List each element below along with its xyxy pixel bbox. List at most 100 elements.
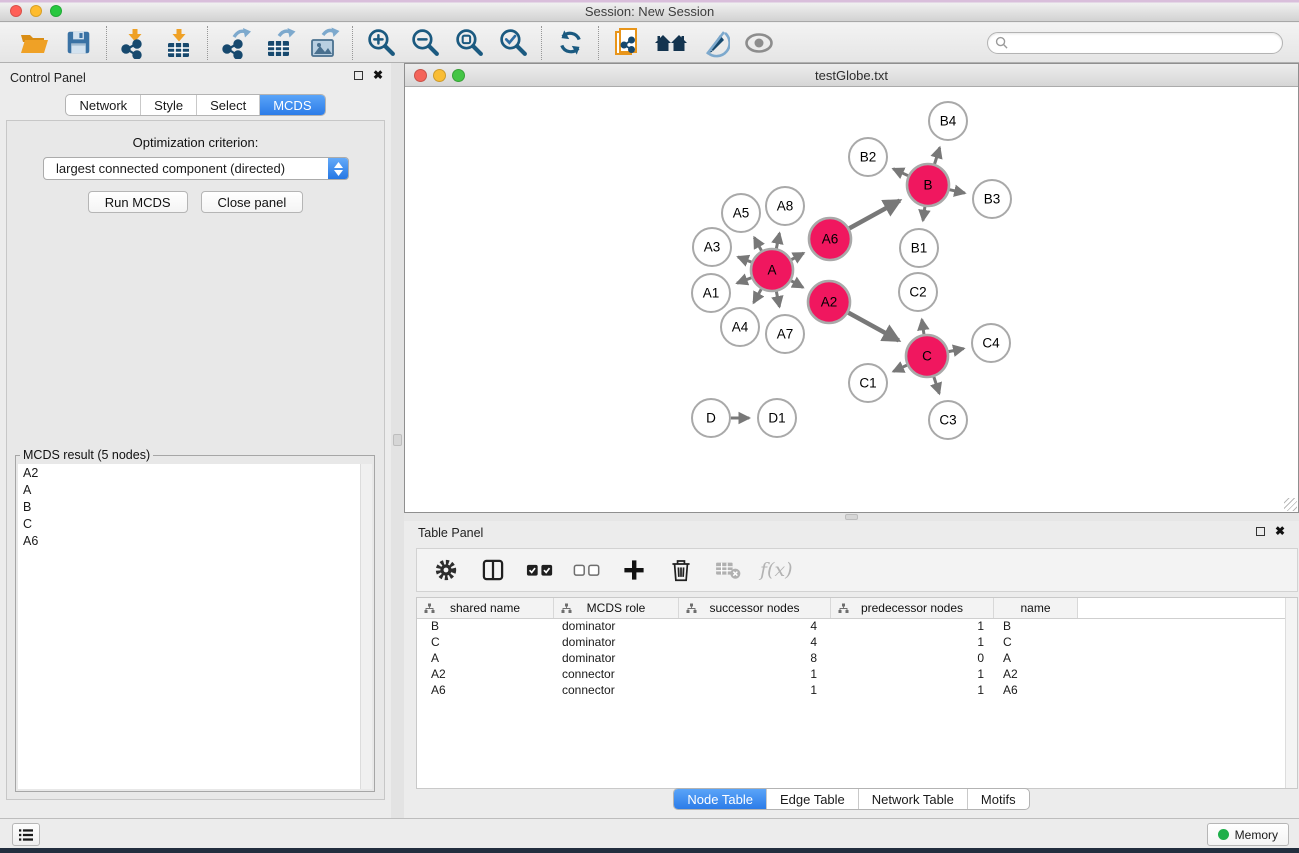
close-panel-icon[interactable]: ✖ bbox=[1275, 526, 1285, 536]
close-panel-icon[interactable]: ✖ bbox=[373, 70, 383, 80]
delete-column-icon[interactable] bbox=[666, 555, 696, 585]
graph-node-C[interactable]: C bbox=[906, 335, 948, 377]
graph-edge-C-C2[interactable] bbox=[922, 320, 924, 335]
open-session-icon[interactable] bbox=[17, 26, 51, 60]
export-table-icon[interactable] bbox=[263, 26, 297, 60]
tab-select[interactable]: Select bbox=[197, 95, 260, 115]
graph-edge-C-C1[interactable] bbox=[893, 365, 907, 371]
vertical-split-divider[interactable] bbox=[391, 63, 404, 818]
column-header-name[interactable]: name bbox=[994, 598, 1078, 618]
minimize-window-button[interactable] bbox=[30, 5, 42, 17]
graph-edge-C-C3[interactable] bbox=[934, 377, 939, 394]
graph-edge-A-A4[interactable] bbox=[754, 289, 762, 303]
graph-node-C1[interactable]: C1 bbox=[849, 364, 887, 402]
table-scrollbar[interactable] bbox=[1285, 598, 1297, 788]
graph-edge-A-A3[interactable] bbox=[738, 257, 751, 262]
zoom-window-button[interactable] bbox=[50, 5, 62, 17]
settings-gear-icon[interactable] bbox=[431, 555, 461, 585]
table-row[interactable]: Bdominator41B bbox=[417, 619, 1297, 635]
graph-node-A1[interactable]: A1 bbox=[692, 274, 730, 312]
window-controls[interactable] bbox=[10, 5, 62, 17]
divider-handle[interactable] bbox=[393, 434, 402, 446]
graph-edge-B-B1[interactable] bbox=[923, 207, 925, 221]
float-panel-icon[interactable] bbox=[354, 71, 363, 80]
graph-node-B[interactable]: B bbox=[907, 164, 949, 206]
tab-mcds[interactable]: MCDS bbox=[260, 95, 324, 115]
home-view-icon[interactable] bbox=[654, 26, 688, 60]
network-minimize-button[interactable] bbox=[433, 69, 446, 82]
graph-node-C3[interactable]: C3 bbox=[929, 401, 967, 439]
graph-edge-B-B2[interactable] bbox=[893, 169, 908, 176]
deselect-all-columns-icon[interactable] bbox=[572, 555, 602, 585]
graph-node-C2[interactable]: C2 bbox=[899, 273, 937, 311]
graph-edge-A-A5[interactable] bbox=[754, 237, 761, 250]
result-scrollbar[interactable] bbox=[360, 464, 372, 789]
graph-node-A4[interactable]: A4 bbox=[721, 308, 759, 346]
table-row[interactable]: A2connector11A2 bbox=[417, 667, 1297, 683]
zoom-fit-icon[interactable] bbox=[452, 26, 486, 60]
export-network-icon[interactable] bbox=[219, 26, 253, 60]
add-column-icon[interactable] bbox=[619, 555, 649, 585]
import-table-icon[interactable] bbox=[162, 26, 196, 60]
column-header-shared-name[interactable]: shared name bbox=[417, 598, 554, 618]
graph-edge-C-C4[interactable] bbox=[949, 349, 964, 352]
result-list-item[interactable]: A bbox=[18, 481, 372, 498]
float-panel-icon[interactable] bbox=[1256, 527, 1265, 536]
graph-node-D1[interactable]: D1 bbox=[758, 399, 796, 437]
table-row[interactable]: Cdominator41C bbox=[417, 635, 1297, 651]
graph-node-A8[interactable]: A8 bbox=[766, 187, 804, 225]
tab-style[interactable]: Style bbox=[141, 95, 197, 115]
graph-node-A7[interactable]: A7 bbox=[766, 315, 804, 353]
graph-node-A[interactable]: A bbox=[751, 249, 793, 291]
export-image-icon[interactable] bbox=[307, 26, 341, 60]
tab-motifs[interactable]: Motifs bbox=[968, 789, 1029, 809]
graph-node-B2[interactable]: B2 bbox=[849, 138, 887, 176]
hide-annotations-icon[interactable] bbox=[698, 26, 732, 60]
graph-node-B3[interactable]: B3 bbox=[973, 180, 1011, 218]
network-close-button[interactable] bbox=[414, 69, 427, 82]
column-header-successor-nodes[interactable]: successor nodes bbox=[679, 598, 831, 618]
function-builder-icon[interactable]: f(x) bbox=[760, 555, 793, 585]
window-resize-grip[interactable] bbox=[1284, 498, 1297, 511]
search-field[interactable] bbox=[987, 32, 1283, 54]
result-list-item[interactable]: B bbox=[18, 498, 372, 515]
graph-edge-A-A7[interactable] bbox=[776, 292, 779, 307]
tab-network-table[interactable]: Network Table bbox=[859, 789, 968, 809]
network-zoom-button[interactable] bbox=[452, 69, 465, 82]
graph-node-B1[interactable]: B1 bbox=[900, 229, 938, 267]
table-row[interactable]: Adominator80A bbox=[417, 651, 1297, 667]
graph-node-A5[interactable]: A5 bbox=[722, 194, 760, 232]
network-window-titlebar[interactable]: testGlobe.txt bbox=[405, 64, 1298, 87]
graph-edge-A-A2[interactable] bbox=[791, 281, 803, 288]
result-list-item[interactable]: A6 bbox=[18, 532, 372, 549]
close-window-button[interactable] bbox=[10, 5, 22, 17]
graph-edge-A2-C[interactable] bbox=[848, 313, 899, 341]
graph-node-C4[interactable]: C4 bbox=[972, 324, 1010, 362]
criterion-dropdown[interactable]: largest connected component (directed) bbox=[43, 157, 349, 180]
column-header-MCDS-role[interactable]: MCDS role bbox=[554, 598, 679, 618]
graph-edge-A-A1[interactable] bbox=[737, 278, 751, 283]
import-network-icon[interactable] bbox=[118, 26, 152, 60]
new-network-from-file-icon[interactable] bbox=[610, 26, 644, 60]
search-input[interactable] bbox=[1013, 36, 1275, 50]
save-session-icon[interactable] bbox=[61, 26, 95, 60]
graph-node-B4[interactable]: B4 bbox=[929, 102, 967, 140]
tab-network[interactable]: Network bbox=[66, 95, 141, 115]
refresh-view-icon[interactable] bbox=[553, 26, 587, 60]
close-panel-button[interactable]: Close panel bbox=[201, 191, 304, 213]
mcds-result-list[interactable]: A2ABCA6 bbox=[18, 464, 372, 789]
delete-table-icon[interactable] bbox=[713, 555, 743, 585]
zoom-out-icon[interactable] bbox=[408, 26, 442, 60]
graph-edge-B-B3[interactable] bbox=[949, 190, 964, 193]
zoom-in-icon[interactable] bbox=[364, 26, 398, 60]
select-all-columns-icon[interactable] bbox=[525, 555, 555, 585]
tab-node-table[interactable]: Node Table bbox=[674, 789, 767, 809]
result-list-item[interactable]: A2 bbox=[18, 464, 372, 481]
graph-edge-A6-B[interactable] bbox=[849, 201, 900, 229]
result-list-item[interactable]: C bbox=[18, 515, 372, 532]
graph-node-A6[interactable]: A6 bbox=[809, 218, 851, 260]
graph-node-D[interactable]: D bbox=[692, 399, 730, 437]
horizontal-split-divider[interactable] bbox=[404, 513, 1299, 521]
table-row[interactable]: A6connector11A6 bbox=[417, 683, 1297, 699]
graph-edge-A-A6[interactable] bbox=[791, 253, 803, 260]
